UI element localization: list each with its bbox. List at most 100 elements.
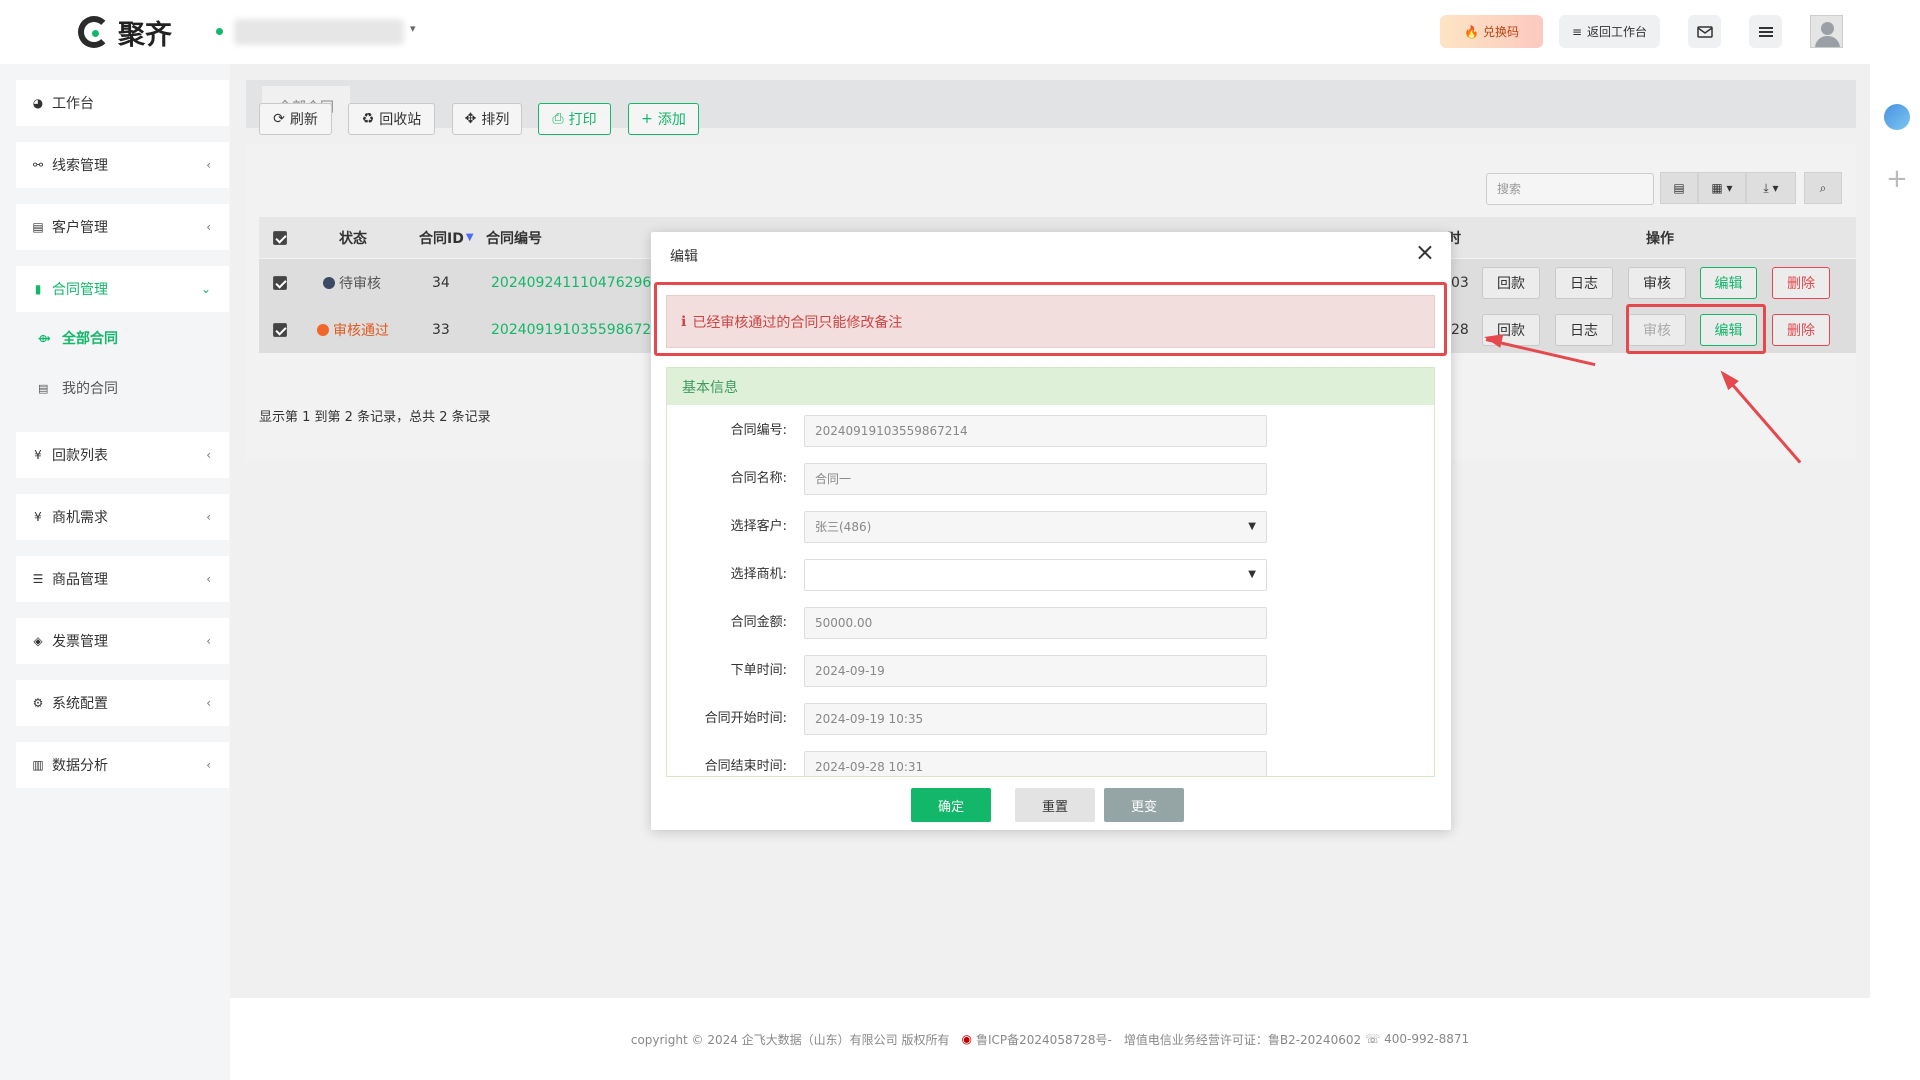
recycle-bin-button[interactable]: ♻ 回收站 [348,103,435,135]
tag-icon: ⟴ [38,331,51,345]
field-label: 下单时间: [730,663,787,678]
icp-link[interactable]: 鲁ICP备2024058728号- [976,1031,1112,1048]
return-workbench-button[interactable]: ≡ 返回工作台 [1559,15,1660,48]
plus-icon[interactable]: + [1886,164,1908,194]
delete-button[interactable]: 删除 [1772,314,1830,346]
move-icon: ✥ [464,111,477,127]
chevron-left-icon: ‹ [206,158,211,172]
sidebar-item-invoices[interactable]: ◈ 发票管理 ‹ [16,618,229,664]
search-icon: ⌕ [1819,180,1827,195]
header-id[interactable]: 合同ID ▼ [419,217,474,258]
customer-select[interactable]: 张三(486) ▼ [804,511,1267,543]
mail-button[interactable] [1688,15,1721,48]
redeem-code-button[interactable]: 🔥 兑换码 [1440,15,1543,48]
sidebar-subitem-my-contracts[interactable]: ▤ 我的合同 [16,367,229,409]
modal-title: 编辑 [670,249,698,265]
select-all-checkbox[interactable] [273,230,287,245]
field-label: 合同金额: [730,615,787,630]
add-button[interactable]: + 添加 [628,103,699,135]
annotation-highlight-edit [1626,304,1766,354]
list-view-icon: ▤ [1673,181,1685,195]
sort-button[interactable]: ✥ 排列 [452,103,522,135]
app-logo[interactable]: 聚齐 [78,14,172,51]
toggle-view-button[interactable]: ▤ [1660,172,1698,204]
time-cell: 03 [1451,274,1469,291]
print-button[interactable]: ⎙ 打印 [538,103,611,135]
sidebar-item-system-config[interactable]: ⚙ 系统配置 ‹ [16,680,229,726]
reset-button[interactable]: 重置 [1015,788,1095,822]
org-selector[interactable] [234,19,404,45]
bookmark-icon: ▮ [34,282,42,296]
chat-icon[interactable] [1884,104,1910,130]
payment-button[interactable]: 回款 [1482,267,1540,299]
user-avatar[interactable] [1810,15,1843,48]
contract-number-input[interactable]: 20240919103559867214 [804,415,1267,447]
sidebar-item-contracts[interactable]: ▮ 合同管理 ⌄ [16,266,229,312]
header-operations: 操作 [1646,230,1674,247]
sidebar-item-payments[interactable]: ¥ 回款列表 ‹ [16,432,229,478]
row-checkbox[interactable] [273,322,287,337]
phone-icon: ☏ [1365,1032,1381,1046]
mail-icon [1696,25,1713,38]
logo-icon [78,16,110,48]
field-label: 合同开始时间: [704,711,787,726]
log-button[interactable]: 日志 [1555,267,1613,299]
sidebar-item-leads[interactable]: ⚯ 线索管理 ‹ [16,142,229,188]
refresh-icon: ⟳ [273,111,285,127]
delete-button[interactable]: 删除 [1772,267,1830,299]
order-date-input[interactable]: 2024-09-19 [804,655,1267,687]
log-button[interactable]: 日志 [1555,314,1613,346]
search-input[interactable]: 搜索 [1486,173,1654,205]
confirm-button[interactable]: 确定 [911,788,991,822]
close-icon[interactable]: × [1415,238,1435,266]
review-button[interactable]: 审核 [1628,267,1686,299]
header-number: 合同编号 [486,230,542,247]
chevron-left-icon: ‹ [206,448,211,462]
chevron-left-icon: ‹ [206,510,211,524]
fire-icon: 🔥 [1464,24,1479,39]
sidebar-item-products[interactable]: ☰ 商品管理 ‹ [16,556,229,602]
chevron-down-icon: ⌄ [200,282,211,296]
chevron-left-icon: ‹ [206,696,211,710]
edit-button[interactable]: 编辑 [1700,267,1757,299]
chevron-left-icon: ‹ [206,634,211,648]
search-button[interactable]: ⌕ [1804,172,1842,204]
end-time-input[interactable]: 2024-09-28 10:31 [804,751,1267,776]
sidebar-item-data-analysis[interactable]: ▥ 数据分析 ‹ [16,742,229,788]
contract-number-link[interactable]: 2024092411104762964 [491,259,660,306]
alert-banner: ℹ 已经审核通过的合同只能修改备注 [666,295,1435,348]
field-label: 合同编号: [730,423,787,438]
opportunity-select[interactable]: ▼ [804,559,1267,591]
print-icon: ⎙ [552,111,564,127]
change-button[interactable]: 更变 [1104,788,1184,822]
contract-number-link[interactable]: 2024091910355986721 [491,306,660,353]
dashboard-icon: ◕ [32,96,44,110]
sidebar-item-workbench[interactable]: ◕ 工作台 [16,80,229,126]
list-icon: ≡ [1571,24,1583,39]
section-title: 基本信息 [667,368,1434,405]
status-badge: 审核通过 [317,306,389,353]
amount-input[interactable]: 50000.00 [804,607,1267,639]
contract-name-input[interactable]: 合同一 [804,463,1267,495]
grid-icon: ▦ ▾ [1711,181,1733,195]
sidebar-item-customers[interactable]: ▤ 客户管理 ‹ [16,204,229,250]
columns-button[interactable]: ▦ ▾ [1698,172,1746,204]
start-time-input[interactable]: 2024-09-19 10:35 [804,703,1267,735]
pagination-info: 显示第 1 到第 2 条记录，总共 2 条记录 [259,410,491,425]
row-checkbox[interactable] [273,275,287,290]
yen-icon: ¥ [34,510,42,524]
sidebar-subitem-all-contracts[interactable]: ⟴ 全部合同 [16,317,229,359]
chevron-left-icon: ‹ [206,220,211,234]
chevron-left-icon: ‹ [206,572,211,586]
refresh-button[interactable]: ⟳ 刷新 [259,103,332,135]
page-footer: copyright © 2024 企飞大数据（山东）有限公司 版权所有 ◉ 鲁I… [230,998,1870,1080]
sidebar-item-opportunities[interactable]: ¥ 商机需求 ‹ [16,494,229,540]
menu-button[interactable] [1749,15,1782,48]
list-icon: ☰ [32,572,44,586]
sidebar: ◕ 工作台 ⚯ 线索管理 ‹ ▤ 客户管理 ‹ ▮ 合同管理 ⌄ ⟴ 全部合同 … [0,64,230,1080]
info-icon: ℹ [681,313,687,330]
caret-down-icon[interactable]: ▾ [410,22,416,35]
tag-icon: ◈ [33,634,43,648]
export-button[interactable]: ⤓ ▾ [1746,172,1796,204]
sort-desc-icon: ▼ [465,232,474,243]
